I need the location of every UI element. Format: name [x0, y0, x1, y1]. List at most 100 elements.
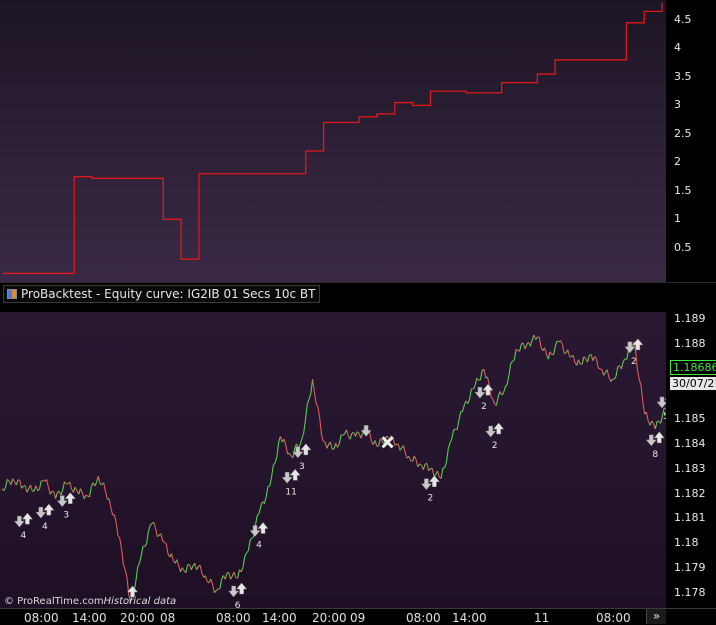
price-segment [306, 399, 310, 405]
price-segment [10, 478, 14, 485]
price-segment [636, 369, 640, 380]
price-segment [78, 488, 82, 495]
price-segment [560, 340, 563, 345]
up-arrow-icon[interactable] [493, 422, 505, 435]
price-segment [83, 494, 87, 500]
price-segment [108, 498, 112, 509]
price-segment [19, 480, 23, 489]
price-segment [490, 396, 494, 400]
down-arrow-icon[interactable] [35, 506, 47, 519]
down-arrow-icon[interactable] [13, 515, 25, 528]
price-segment [147, 525, 151, 532]
price-segment [55, 492, 58, 499]
price-segment [654, 421, 658, 430]
price-segment [103, 482, 107, 492]
up-arrow-icon[interactable] [482, 383, 494, 396]
price-segment [572, 354, 576, 363]
current-price-label: 1.18686 [670, 360, 716, 375]
price-y-axis[interactable]: 1.189 1.188 1.185 1.184 1.183 1.182 1.181 1.18 1… [666, 312, 716, 608]
price-segment [445, 448, 449, 463]
price-segment [444, 462, 447, 468]
price-segment [146, 531, 149, 544]
price-segment [642, 401, 646, 415]
down-arrow-icon[interactable] [56, 495, 68, 508]
price-segment [3, 486, 7, 492]
price-segment [153, 522, 157, 529]
time-x-tick: 14:00 [72, 611, 107, 625]
price-segment [260, 501, 264, 507]
price-segment [501, 392, 504, 396]
price-segment [144, 543, 148, 547]
up-arrow-icon[interactable] [653, 431, 665, 444]
price-segment [265, 486, 269, 498]
price-segment [508, 363, 512, 376]
up-arrow-icon[interactable] [236, 582, 248, 595]
price-segment [360, 433, 364, 439]
price-segment [564, 352, 567, 355]
price-segment [499, 391, 503, 396]
price-segment [436, 470, 440, 478]
down-arrow-icon[interactable] [249, 525, 261, 537]
trade-count-label: 6 [235, 601, 241, 608]
up-arrow-icon[interactable] [64, 492, 76, 504]
equity-y-axis[interactable]: 0.5 1 1.5 2 2.5 3 3.5 4 4.5 [666, 0, 716, 282]
price-segment [649, 420, 653, 426]
time-x-axis[interactable]: 08:00 14:00 20:00 08 08:00 14:00 20:00 09 08:00 1… [0, 608, 716, 625]
price-segment [301, 432, 305, 440]
up-arrow-icon[interactable] [257, 522, 269, 534]
up-arrow-icon[interactable] [21, 512, 33, 525]
price-segment [547, 351, 551, 360]
down-arrow-icon[interactable] [420, 478, 432, 491]
price-segment [549, 351, 553, 355]
equity-curve-plot[interactable] [0, 0, 666, 282]
price-segment [263, 496, 267, 504]
down-arrow-icon[interactable] [474, 386, 486, 399]
price-segment [426, 463, 430, 471]
price-plot[interactable]: 44364113222285 [0, 312, 666, 608]
equity-legend-label: ProBacktest - Equity curve: IG2IB 01 Sec… [21, 287, 316, 301]
down-arrow-icon[interactable] [645, 434, 657, 447]
price-segment [62, 481, 66, 491]
price-y-tick: 1.178 [674, 586, 706, 600]
price-segment [428, 468, 431, 472]
price-segment [88, 487, 92, 497]
time-x-tick: 08:00 [406, 611, 441, 625]
price-segment [453, 428, 456, 431]
price-segment [606, 369, 610, 378]
up-arrow-icon[interactable] [428, 475, 440, 487]
up-arrow-icon[interactable] [632, 338, 644, 351]
price-segment [544, 347, 547, 355]
price-segment [246, 550, 249, 554]
price-segment [270, 465, 274, 478]
price-segment [461, 404, 465, 412]
up-arrow-icon[interactable] [300, 443, 312, 456]
price-segment [104, 491, 108, 500]
price-segment [303, 419, 306, 434]
trade-count-label: 3 [63, 511, 69, 521]
price-segment [512, 359, 515, 362]
price-y-tick: 1.182 [674, 486, 706, 500]
price-segment [403, 445, 406, 454]
price-y-tick: 1.188 [674, 337, 706, 351]
down-arrow-icon[interactable] [281, 472, 293, 484]
price-segment [447, 442, 451, 450]
down-arrow-icon[interactable] [485, 425, 497, 438]
up-arrow-icon[interactable] [43, 503, 55, 516]
equity-curve-line [3, 2, 663, 275]
down-arrow-icon[interactable] [656, 396, 666, 409]
price-segment [233, 571, 237, 579]
price-segment [12, 478, 15, 482]
down-arrow-icon[interactable] [228, 585, 240, 598]
price-segment [412, 455, 415, 462]
equity-y-tick: 4.5 [674, 12, 692, 26]
price-segment [124, 569, 128, 578]
price-segment [608, 376, 612, 382]
scroll-right-button[interactable]: » [646, 609, 666, 624]
price-segment [378, 438, 381, 447]
price-segment [578, 359, 581, 365]
price-segment [492, 398, 496, 405]
price-panel[interactable]: 44364113222285 [0, 312, 666, 608]
price-segment [603, 372, 606, 376]
equity-legend-item[interactable]: ProBacktest - Equity curve: IG2IB 01 Sec… [3, 285, 321, 303]
equity-curve-panel[interactable] [0, 0, 666, 282]
